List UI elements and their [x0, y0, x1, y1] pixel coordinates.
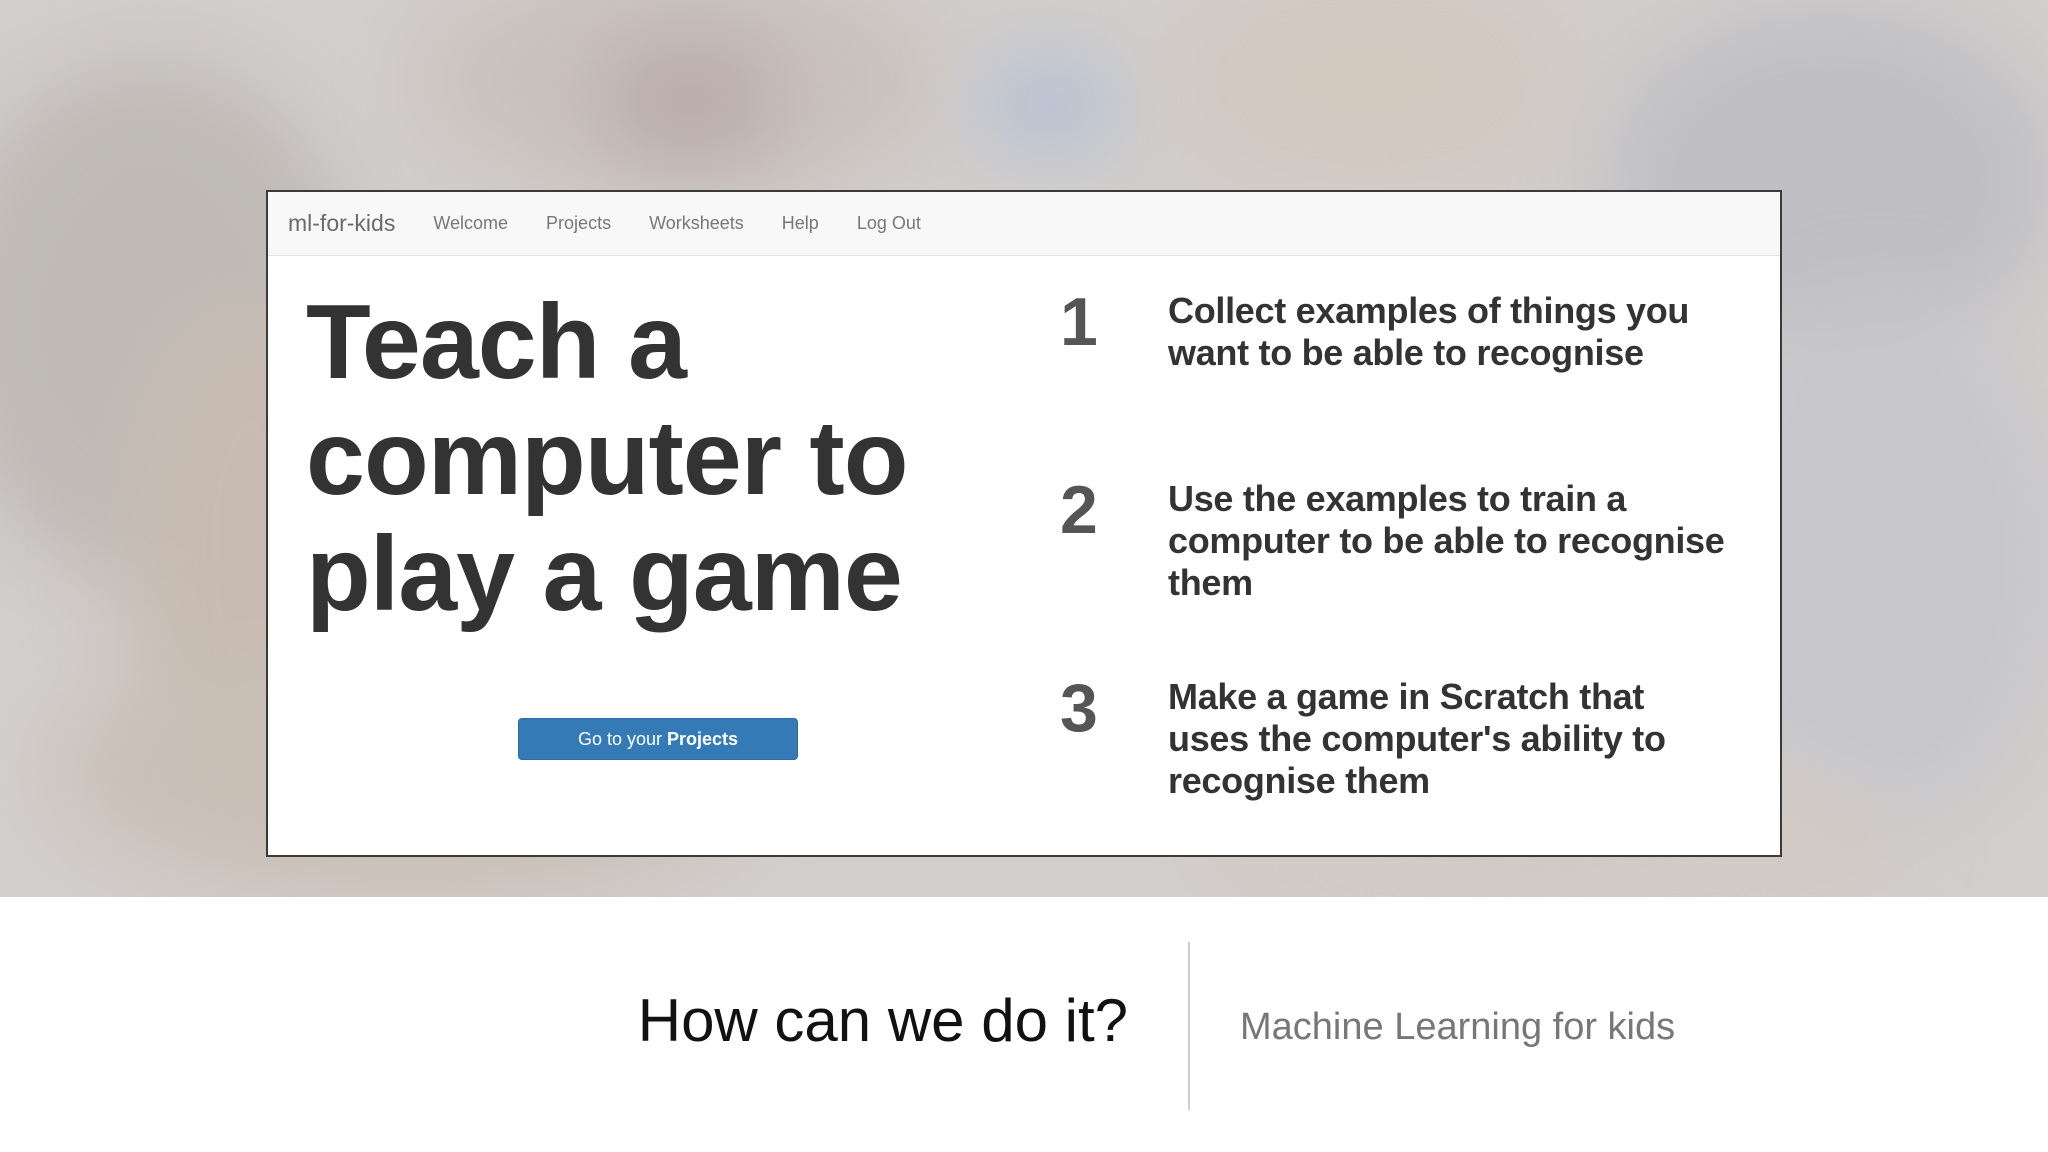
step-text: Collect examples of things you want to b… [1168, 290, 1690, 373]
hero-heading: Teach a computer to play a game [306, 283, 908, 633]
navbar-brand[interactable]: ml-for-kids [288, 210, 395, 237]
nav-item-log-out[interactable]: Log Out [857, 213, 921, 234]
nav-item-welcome[interactable]: Welcome [433, 213, 508, 234]
step-number: 3 [1060, 670, 1098, 746]
step-number: 1 [1060, 284, 1098, 360]
nav-item-help[interactable]: Help [782, 213, 819, 234]
button-label-prefix: Go to your [577, 728, 662, 749]
website-screenshot: ml-for-kids Welcome Projects Worksheets … [266, 190, 1782, 857]
step-text: Make a game in Scratch that uses the com… [1168, 676, 1666, 801]
button-label-bold: Projects [667, 728, 739, 749]
go-to-projects-button[interactable]: Go to your Projects [518, 718, 798, 760]
step-text: Use the examples to train a computer to … [1168, 478, 1725, 603]
footer-divider [1188, 942, 1190, 1110]
nav-item-projects[interactable]: Projects [546, 213, 611, 234]
slide-title: How can we do it? [637, 987, 1128, 1054]
slide-subtitle: Machine Learning for kids [1240, 1006, 1676, 1048]
nav-item-worksheets[interactable]: Worksheets [649, 213, 744, 234]
step-number: 2 [1060, 472, 1098, 548]
navbar: ml-for-kids Welcome Projects Worksheets … [268, 192, 1780, 256]
